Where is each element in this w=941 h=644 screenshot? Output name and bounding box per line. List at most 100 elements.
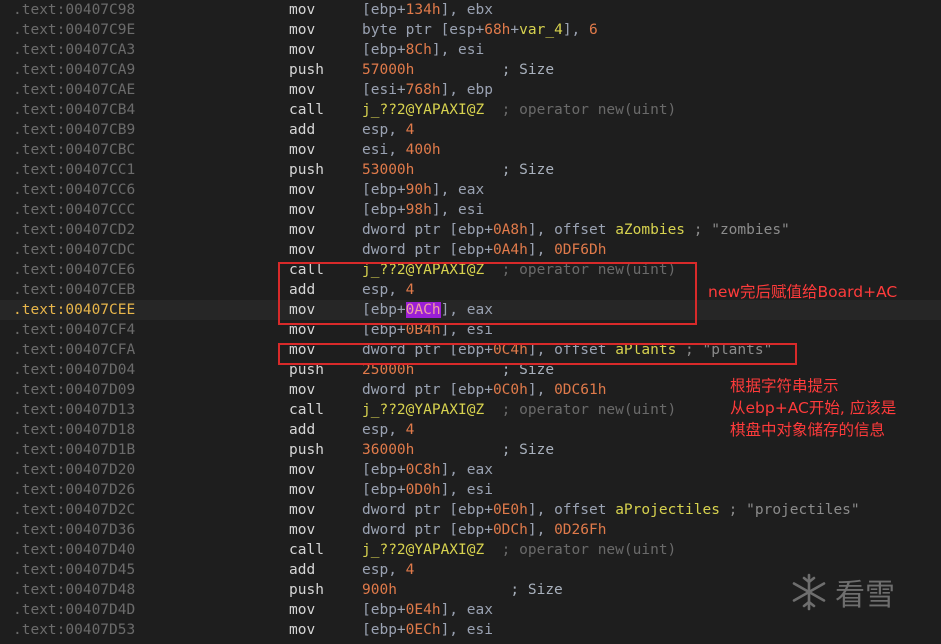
listing-row[interactable]: .text:00407D26 mov [ebp+0D0h], esi	[0, 480, 941, 500]
row-mnemonic[interactable]: mov	[289, 140, 315, 160]
operand-token[interactable]: 0C8h	[406, 462, 441, 478]
row-address[interactable]: .text:00407CE6	[13, 260, 135, 280]
row-operands[interactable]: [ebp+0D0h], esi	[362, 480, 493, 500]
operand-token[interactable]: 90h	[406, 182, 432, 198]
operand-token[interactable]: esp,	[362, 122, 406, 138]
row-mnemonic[interactable]: mov	[289, 460, 315, 480]
operand-token[interactable]: 0D26Fh	[554, 522, 606, 538]
row-address[interactable]: .text:00407D20	[13, 460, 135, 480]
operand-token[interactable]: dword ptr [ebp+	[362, 522, 493, 538]
listing-row[interactable]: .text:00407C98 mov [ebp+134h], ebx	[0, 0, 941, 20]
listing-row[interactable]: .text:00407C9E mov byte ptr [esp+68h+var_4…	[0, 20, 941, 40]
operand-token[interactable]: 6	[589, 22, 598, 38]
listing-row[interactable]: .text:00407CB4 call j_??2@YAPAXI@Z ; opera…	[0, 100, 941, 120]
operand-token[interactable]: ],	[528, 242, 554, 258]
operand-token[interactable]: ], ebp	[441, 82, 493, 98]
row-operands[interactable]: esi, 400h	[362, 140, 441, 160]
row-address[interactable]: .text:00407D26	[13, 480, 135, 500]
operand-token[interactable]: ; "zombies"	[685, 222, 790, 238]
operand-token[interactable]: [ebp+	[362, 462, 406, 478]
operand-token[interactable]: 68h	[484, 22, 510, 38]
operand-token[interactable]: ],	[528, 522, 554, 538]
row-operands[interactable]: dword ptr [ebp+0C0h], 0DC61h	[362, 380, 606, 400]
operand-token[interactable]: [ebp+	[362, 202, 406, 218]
operand-token[interactable]: ], eax	[441, 462, 493, 478]
row-operands[interactable]: dword ptr [ebp+0DCh], 0D26Fh	[362, 520, 606, 540]
row-mnemonic[interactable]: mov	[289, 520, 315, 540]
operand-token[interactable]: dword ptr [ebp+	[362, 502, 493, 518]
row-operands[interactable]: esp, 4	[362, 420, 414, 440]
operand-token[interactable]: ; Size	[397, 582, 562, 598]
operand-token[interactable]: 0D0h	[406, 482, 441, 498]
row-mnemonic[interactable]: mov	[289, 180, 315, 200]
row-mnemonic[interactable]: mov	[289, 220, 315, 240]
row-address[interactable]: .text:00407CAE	[13, 80, 135, 100]
row-address[interactable]: .text:00407D48	[13, 580, 135, 600]
operand-token[interactable]: ], esi	[441, 482, 493, 498]
operand-token[interactable]: ],	[528, 382, 554, 398]
operand-token[interactable]: [ebp+	[362, 2, 406, 18]
operand-token[interactable]: [ebp+	[362, 182, 406, 198]
operand-token[interactable]: ; operator new(uint)	[484, 102, 677, 118]
row-operands[interactable]: esp, 4	[362, 120, 414, 140]
row-mnemonic[interactable]: mov	[289, 40, 315, 60]
operand-token[interactable]: [ebp+	[362, 622, 406, 638]
listing-row[interactable]: .text:00407CC6 mov [ebp+90h], eax	[0, 180, 941, 200]
operand-token[interactable]: ; "projectiles"	[720, 502, 860, 518]
operand-token[interactable]: 0ECh	[406, 622, 441, 638]
row-operands[interactable]: [ebp+0E4h], eax	[362, 600, 493, 620]
operand-token[interactable]: ; Size	[414, 442, 554, 458]
operand-token[interactable]: dword ptr [ebp+	[362, 382, 493, 398]
listing-row[interactable]: .text:00407CDC mov dword ptr [ebp+0A4h], 0…	[0, 240, 941, 260]
row-mnemonic[interactable]: add	[289, 120, 315, 140]
row-address[interactable]: .text:00407CEB	[13, 280, 135, 300]
operand-token[interactable]: 4	[406, 422, 415, 438]
row-mnemonic[interactable]: add	[289, 560, 315, 580]
operand-token[interactable]: aProjectiles	[615, 502, 720, 518]
row-address[interactable]: .text:00407CD2	[13, 220, 135, 240]
row-mnemonic[interactable]: push	[289, 60, 324, 80]
row-address[interactable]: .text:00407CB9	[13, 120, 135, 140]
operand-token[interactable]: ; Size	[414, 162, 554, 178]
row-mnemonic[interactable]: push	[289, 440, 324, 460]
row-address[interactable]: .text:00407D1B	[13, 440, 135, 460]
operand-token[interactable]: 36000h	[362, 442, 414, 458]
row-operands[interactable]: j_??2@YAPAXI@Z ; operator new(uint)	[362, 400, 676, 420]
operand-token[interactable]: byte ptr [esp+	[362, 22, 484, 38]
row-operands[interactable]: [esi+768h], ebp	[362, 80, 493, 100]
operand-token[interactable]: 768h	[406, 82, 441, 98]
row-address[interactable]: .text:00407D36	[13, 520, 135, 540]
operand-token[interactable]: 4	[406, 122, 415, 138]
row-mnemonic[interactable]: mov	[289, 200, 315, 220]
row-mnemonic[interactable]: call	[289, 100, 324, 120]
listing-row[interactable]: .text:00407CA9 push 57000h ; Size	[0, 60, 941, 80]
operand-token[interactable]: ], esi	[441, 622, 493, 638]
listing-row[interactable]: .text:00407CBC mov esi, 400h	[0, 140, 941, 160]
operand-token[interactable]: 57000h	[362, 62, 414, 78]
row-address[interactable]: .text:00407D2C	[13, 500, 135, 520]
operand-token[interactable]: ; Size	[414, 62, 554, 78]
operand-token[interactable]: esi,	[362, 142, 406, 158]
row-address[interactable]: .text:00407D04	[13, 360, 135, 380]
operand-token[interactable]: 0DC61h	[554, 382, 606, 398]
row-address[interactable]: .text:00407CDC	[13, 240, 135, 260]
operand-token[interactable]: 53000h	[362, 162, 414, 178]
row-address[interactable]: .text:00407D13	[13, 400, 135, 420]
row-address[interactable]: .text:00407CF4	[13, 320, 135, 340]
row-mnemonic[interactable]: mov	[289, 600, 315, 620]
operand-token[interactable]: [esi+	[362, 82, 406, 98]
row-mnemonic[interactable]: mov	[289, 620, 315, 640]
operand-token[interactable]: dword ptr [ebp+	[362, 242, 493, 258]
operand-token[interactable]: j_??2@YAPAXI@Z	[362, 542, 484, 558]
row-mnemonic[interactable]: mov	[289, 20, 315, 40]
row-address[interactable]: .text:00407CCC	[13, 200, 135, 220]
row-address[interactable]: .text:00407CC1	[13, 160, 135, 180]
row-operands[interactable]: [ebp+134h], ebx	[362, 0, 493, 20]
row-mnemonic[interactable]: push	[289, 580, 324, 600]
listing-row[interactable]: .text:00407D40 call j_??2@YAPAXI@Z ; opera…	[0, 540, 941, 560]
operand-token[interactable]: 0DCh	[493, 522, 528, 538]
row-operands[interactable]: dword ptr [ebp+0A4h], 0DF6Dh	[362, 240, 606, 260]
operand-token[interactable]: j_??2@YAPAXI@Z	[362, 102, 484, 118]
row-mnemonic[interactable]: call	[289, 540, 324, 560]
operand-token[interactable]: ], eax	[432, 182, 484, 198]
